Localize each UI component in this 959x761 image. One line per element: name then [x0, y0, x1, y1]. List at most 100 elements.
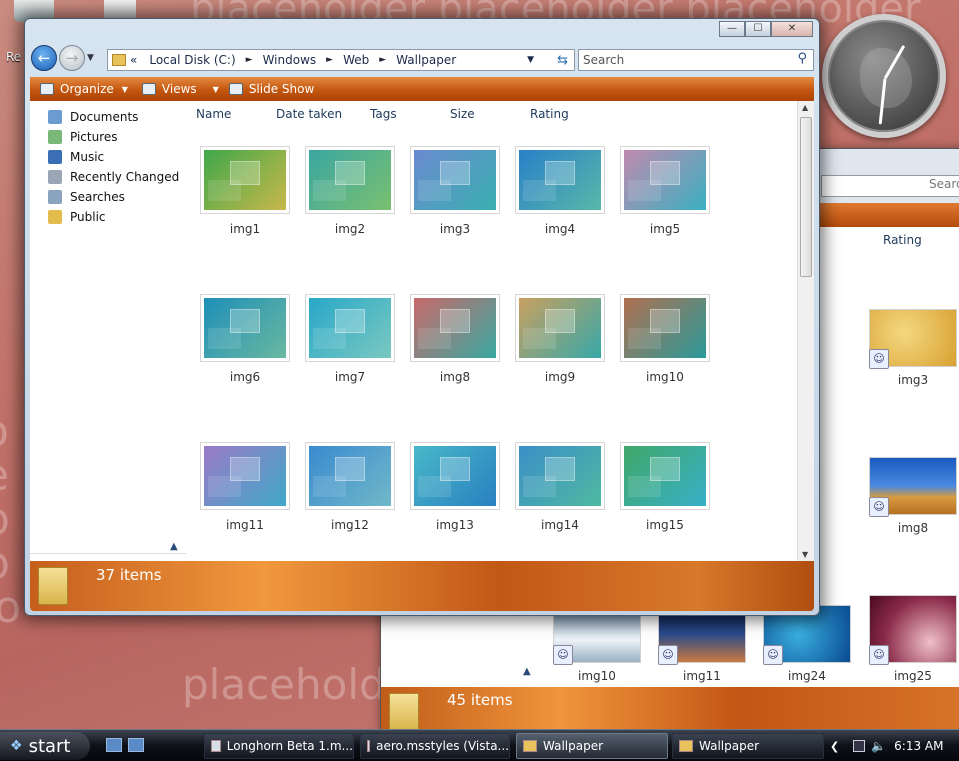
views-button[interactable]: Views ▼	[141, 82, 219, 96]
nav-item-searches[interactable]: Searches	[30, 187, 186, 207]
back-column-rating[interactable]: Rating	[883, 233, 922, 247]
explorer-window[interactable]: — ☐ ✕ ← → ▼ « Local Disk (C:) ► Windows …	[24, 18, 820, 616]
address-overflow-icon[interactable]: «	[130, 53, 137, 67]
clock-time[interactable]: 6:13 AM	[894, 739, 943, 753]
volume-icon[interactable]: 🔈	[871, 739, 886, 753]
breadcrumb-separator-icon[interactable]: ►	[379, 55, 386, 65]
organize-button[interactable]: Organize ▼	[40, 82, 128, 96]
thumbnail-image	[309, 446, 391, 506]
thumbnail-item[interactable]	[515, 146, 605, 214]
vertical-scrollbar[interactable]: ▲ ▼	[797, 101, 814, 561]
shared-badge-icon: ☺	[869, 645, 889, 665]
thumbnail-item[interactable]	[305, 146, 395, 214]
show-desktop-icon[interactable]	[106, 738, 122, 752]
forward-button[interactable]: →	[59, 45, 85, 71]
maximize-button[interactable]: ☐	[745, 21, 771, 37]
show-hidden-icons-icon[interactable]: ❮	[830, 740, 839, 753]
thumbnail-item[interactable]	[305, 294, 395, 362]
breadcrumb-windows[interactable]: Windows	[263, 53, 317, 67]
breadcrumb-local-disk[interactable]: Local Disk (C:)	[149, 53, 235, 67]
close-button[interactable]: ✕	[771, 21, 813, 37]
nav-item-music[interactable]: Music	[30, 147, 186, 167]
thumbnail-label: img7	[334, 370, 366, 384]
back-button[interactable]: ←	[31, 45, 57, 71]
nav-item-recently-changed[interactable]: Recently Changed	[30, 167, 186, 187]
caption-buttons: — ☐ ✕	[719, 21, 813, 37]
scroll-up-icon[interactable]: ▲	[802, 103, 808, 112]
back-collapse-caret-icon[interactable]: ▲	[523, 666, 531, 677]
thumbnail-detail	[418, 328, 451, 349]
thumbnail-image	[414, 150, 496, 210]
nav-item-label: Searches	[70, 190, 125, 204]
thumbnail-image	[519, 298, 601, 358]
thumbnail-label: img6	[229, 370, 261, 384]
folder-icon	[679, 740, 693, 752]
network-icon[interactable]	[853, 740, 866, 752]
slideshow-button[interactable]: Slide Show	[228, 82, 314, 96]
thumbnail-label: img11	[226, 518, 264, 532]
taskbar-button-wallpaper-active[interactable]: Wallpaper	[516, 733, 668, 759]
column-rating[interactable]: Rating	[530, 107, 569, 121]
refresh-icon[interactable]: ⇆	[557, 53, 568, 68]
thumbnail-item[interactable]	[410, 146, 500, 214]
thumbnail-label: img5	[649, 222, 681, 236]
thumbnail-item[interactable]	[305, 442, 395, 510]
thumbnail-item[interactable]	[200, 442, 290, 510]
thumbnail-item[interactable]	[200, 294, 290, 362]
switch-windows-icon[interactable]	[128, 738, 144, 752]
collapse-nav-caret-icon[interactable]: ▲	[170, 541, 178, 552]
chevron-down-icon: ▼	[121, 84, 128, 94]
address-dropdown-icon[interactable]: ▼	[527, 55, 534, 65]
thumbnail-item[interactable]	[620, 442, 710, 510]
taskbar-button-label: Wallpaper	[543, 739, 604, 753]
folder-icon	[38, 567, 68, 605]
thumbnail-item[interactable]	[515, 294, 605, 362]
documents-icon	[48, 110, 62, 124]
taskbar-button-wallpaper[interactable]: Wallpaper	[672, 733, 824, 759]
navigation-pane: Documents Pictures Music Recently Change…	[30, 101, 186, 561]
breadcrumb-wallpaper[interactable]: Wallpaper	[396, 53, 456, 67]
taskbar-button-longhorn[interactable]: Longhorn Beta 1.m...	[204, 733, 354, 759]
breadcrumb-separator-icon[interactable]: ►	[326, 55, 333, 65]
thumbnail-detail	[418, 180, 451, 201]
address-bar[interactable]: « Local Disk (C:) ► Windows ► Web ► Wall…	[107, 49, 575, 71]
column-name[interactable]: Name	[196, 107, 231, 121]
nav-item-documents[interactable]: Documents	[30, 107, 186, 127]
thumbnail-item[interactable]	[515, 442, 605, 510]
back-search-input[interactable]: Search	[929, 177, 959, 191]
thumbnail-label: img1	[229, 222, 261, 236]
scroll-thumb[interactable]	[800, 117, 812, 277]
thumbnail-image	[414, 446, 496, 506]
breadcrumb-separator-icon[interactable]: ►	[246, 55, 253, 65]
thumbnail-item[interactable]	[200, 146, 290, 214]
nav-item-label: Documents	[70, 110, 139, 124]
nav-item-pictures[interactable]: Pictures	[30, 127, 186, 147]
thumbnail-label: img2	[334, 222, 366, 236]
column-tags[interactable]: Tags	[370, 107, 397, 121]
folder-icon	[112, 54, 126, 66]
nav-item-public[interactable]: Public	[30, 207, 186, 227]
thumbnail-item[interactable]	[410, 294, 500, 362]
thumbnail-detail	[628, 180, 661, 201]
search-icon[interactable]: ⚲	[797, 51, 807, 66]
thumbnail-item[interactable]	[620, 146, 710, 214]
recent-pages-dropdown-icon[interactable]: ▼	[87, 53, 94, 63]
thumbnail-item[interactable]	[410, 442, 500, 510]
thumbnail-label: img10	[646, 370, 684, 384]
taskbar-button-label: Wallpaper	[699, 739, 760, 753]
start-button[interactable]: ❖ start	[0, 732, 90, 760]
desktop-watermark-left: o e p p lo	[0, 410, 22, 633]
column-size[interactable]: Size	[450, 107, 475, 121]
breadcrumb-web[interactable]: Web	[343, 53, 369, 67]
minimize-button[interactable]: —	[719, 21, 745, 37]
thumbnail-detail	[313, 180, 346, 201]
thumbnail-detail	[523, 476, 556, 497]
clock-gadget[interactable]	[822, 14, 946, 138]
taskbar-button-aero[interactable]: aero.msstyles (Vista...	[360, 733, 510, 759]
thumbnail-label: img14	[541, 518, 579, 532]
thumbnail-label: img3	[439, 222, 471, 236]
search-input[interactable]: Search ⚲	[578, 49, 814, 71]
thumbnail-item[interactable]	[620, 294, 710, 362]
scroll-down-icon[interactable]: ▼	[802, 550, 808, 559]
column-date-taken[interactable]: Date taken	[276, 107, 342, 121]
